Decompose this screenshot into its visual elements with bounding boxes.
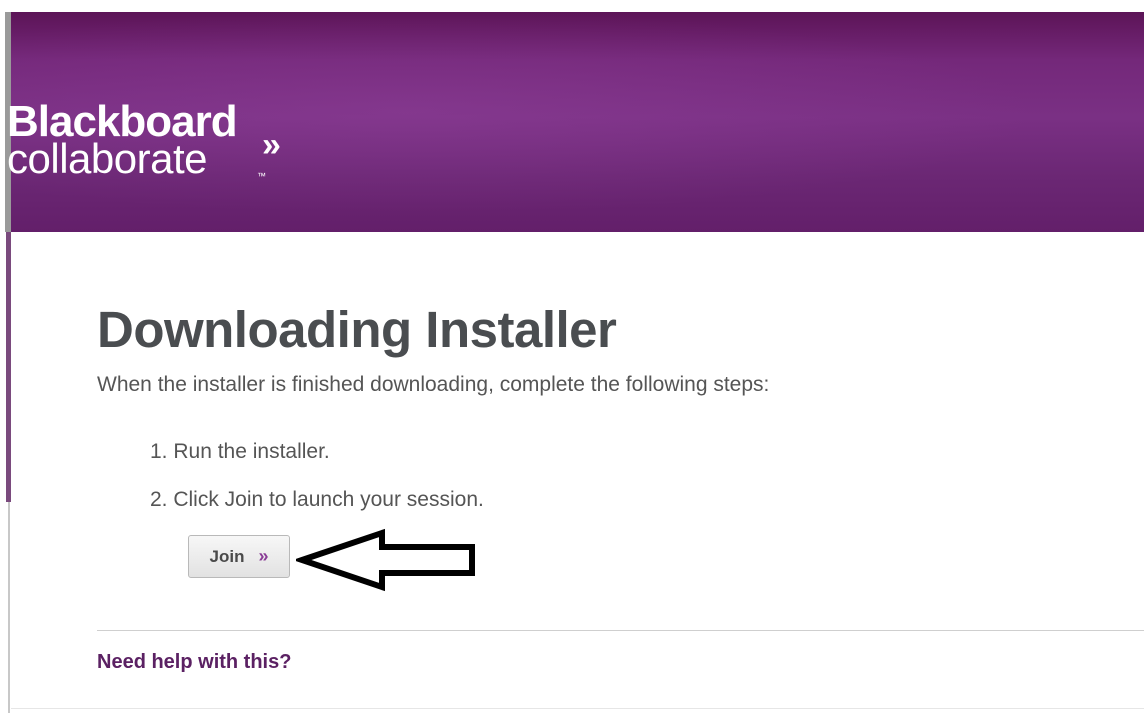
blackboard-collaborate-logo: Blackboard collaborate » ™ bbox=[7, 100, 281, 182]
need-help-link[interactable]: Need help with this? bbox=[97, 651, 291, 674]
logo-trademark: ™ bbox=[257, 171, 266, 181]
steps-list: 1. Run the installer. 2. Click Join to l… bbox=[150, 440, 484, 536]
intro-text: When the installer is finished downloadi… bbox=[97, 373, 770, 396]
left-arrow-icon bbox=[296, 528, 475, 592]
join-button-label: Join bbox=[209, 546, 245, 566]
bottom-border bbox=[11, 708, 1144, 709]
double-chevron-right-icon: » bbox=[258, 546, 269, 566]
logo-wordmark-collaborate: collaborate bbox=[7, 135, 207, 182]
section-divider bbox=[97, 630, 1144, 631]
join-button[interactable]: Join » bbox=[188, 535, 290, 578]
step-run-installer: 1. Run the installer. bbox=[150, 440, 330, 463]
logo-chevron-icon: » bbox=[262, 126, 281, 164]
page-title: Downloading Installer bbox=[97, 301, 617, 358]
header-banner: Blackboard collaborate » ™ bbox=[7, 12, 1144, 232]
top-strip bbox=[0, 0, 1144, 12]
